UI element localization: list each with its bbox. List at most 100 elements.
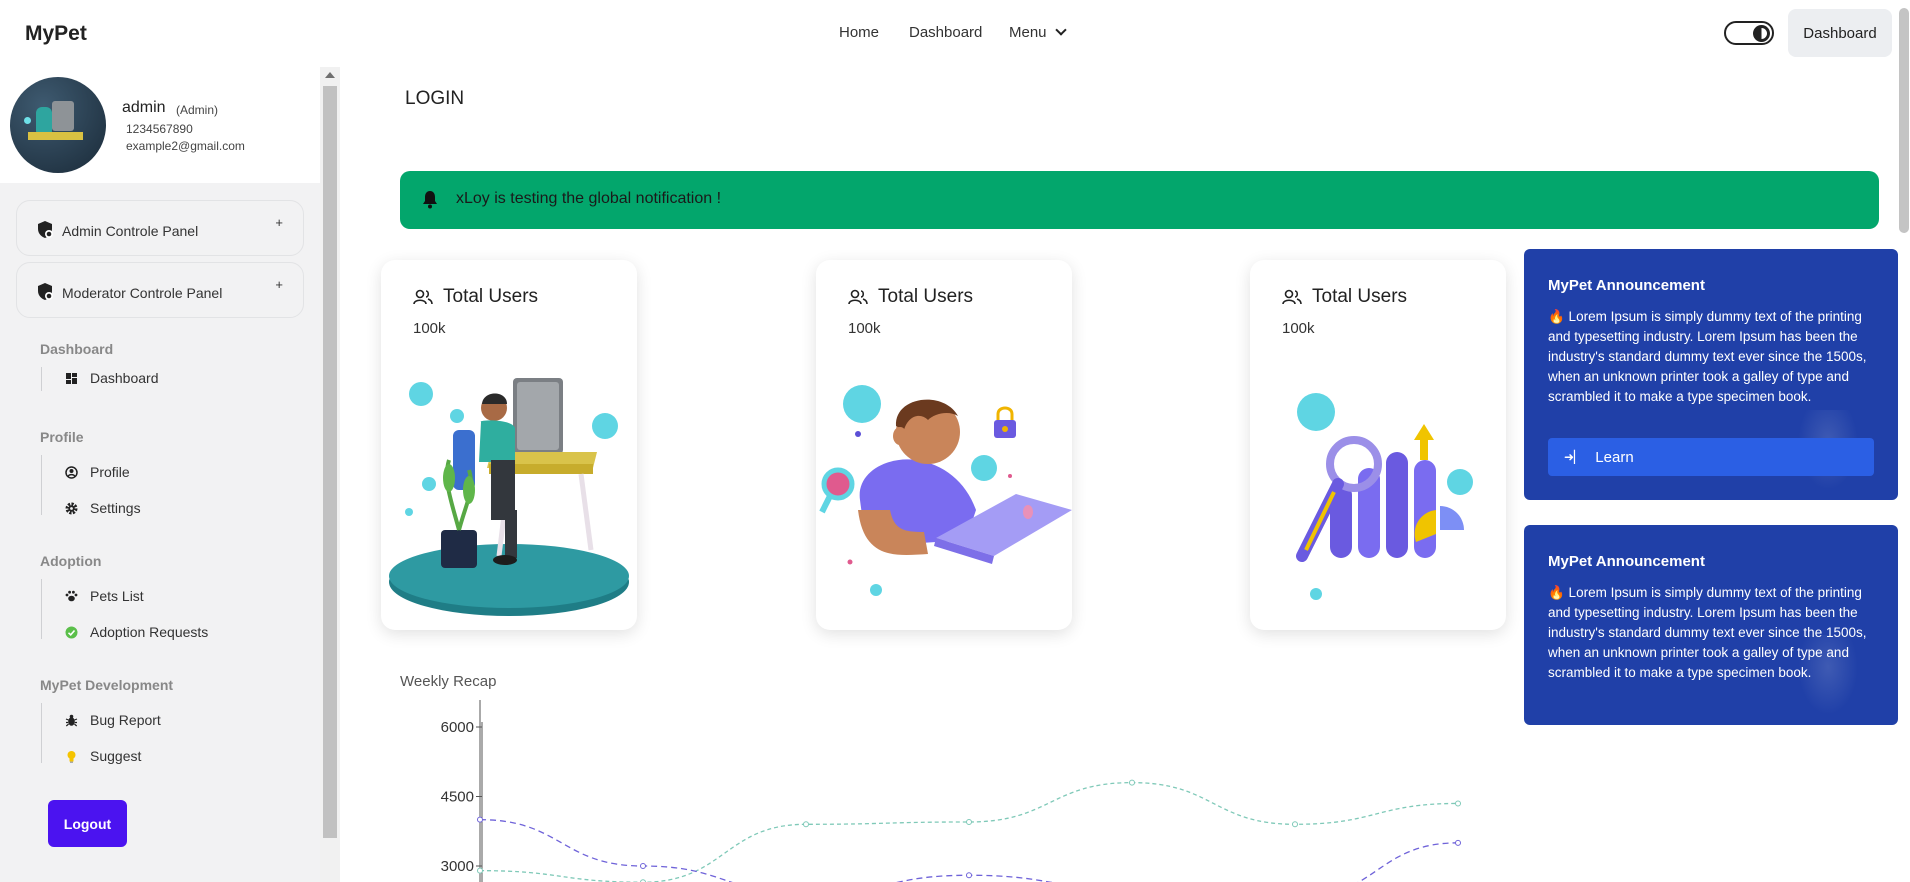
user-name: admin	[122, 99, 166, 116]
sidebar-item-pets-list[interactable]: Pets List	[64, 588, 144, 604]
section-title-adoption: Adoption	[40, 553, 102, 569]
user-email: example2@gmail.com	[126, 139, 245, 153]
section-divider	[41, 579, 42, 639]
stat-card-title-text: Total Users	[878, 286, 974, 307]
desk-worker-illustration	[389, 378, 629, 616]
top-navbar: MyPet Home Dashboard Menu Dashboard	[0, 0, 1910, 67]
sidebar-item-profile[interactable]: Profile	[64, 464, 130, 480]
section-divider	[41, 703, 42, 763]
page-title: LOGIN	[405, 88, 465, 109]
data-point	[1455, 839, 1461, 846]
moderator-control-panel-label: Moderator Controle Panel	[62, 285, 223, 301]
sign-in-icon: ➜▏	[1564, 450, 1584, 464]
data-point	[966, 872, 972, 879]
weekly-recap-line-chart: 6000 4500 3000	[441, 700, 1461, 882]
sidebar-item-suggest[interactable]: Suggest	[64, 748, 141, 764]
stat-card-title-text: Total Users	[443, 286, 539, 307]
logout-button[interactable]: Logout	[48, 800, 127, 847]
check-circle-icon	[64, 625, 78, 639]
data-point	[477, 867, 483, 874]
admin-control-panel-toggle[interactable]: Admin Controle Panel +	[16, 200, 304, 256]
users-icon	[413, 289, 433, 305]
stat-card-title: Total Users	[413, 286, 538, 308]
announcement-card: MyPet Announcement 🔥 Lorem Ipsum is simp…	[1524, 249, 1898, 500]
data-point	[1292, 821, 1298, 828]
user-phone: 1234567890	[126, 122, 193, 136]
learn-button-label: Learn	[1595, 448, 1634, 466]
gear-icon	[64, 501, 78, 515]
avatar-monitor	[52, 101, 74, 131]
nav-home-link[interactable]: Home	[839, 24, 909, 41]
avatar[interactable]	[10, 77, 106, 173]
stat-card-value: 100k	[413, 320, 446, 337]
dashboard-button[interactable]: Dashboard	[1788, 9, 1892, 57]
users-icon	[848, 289, 868, 305]
nav-menu-dropdown[interactable]: Menu	[1009, 24, 1067, 41]
moon-icon	[1753, 25, 1770, 42]
plus-icon: +	[275, 277, 283, 292]
sidebar: admin (Admin) 1234567890 example2@gmail.…	[0, 67, 320, 882]
main-nav: Home Dashboard Menu	[839, 24, 1067, 41]
nav-dashboard-link[interactable]: Dashboard	[909, 24, 1009, 41]
paw-icon	[64, 589, 78, 603]
section-divider	[41, 455, 42, 515]
sidebar-item-label: Pets List	[90, 588, 144, 604]
avatar-person	[36, 107, 52, 133]
sidebar-scrollbar-thumb[interactable]	[323, 86, 337, 838]
learn-button[interactable]: ➜▏ Learn	[1548, 438, 1874, 476]
section-divider	[41, 367, 42, 391]
announcement-title: MyPet Announcement	[1548, 277, 1705, 294]
stat-card: Total Users 100k	[816, 260, 1072, 630]
bug-icon	[64, 713, 78, 727]
avatar-bubble	[24, 117, 31, 124]
user-profile-header: admin (Admin) 1234567890 example2@gmail.…	[0, 67, 320, 183]
laptop-user-illustration	[819, 385, 1072, 596]
data-point	[477, 816, 483, 823]
sidebar-item-label: Bug Report	[90, 712, 161, 728]
sidebar-item-label: Adoption Requests	[90, 624, 209, 640]
section-title-development: MyPet Development	[40, 677, 174, 693]
plus-icon: +	[275, 215, 283, 230]
scroll-up-arrow-icon[interactable]	[325, 72, 335, 78]
global-notification-banner: xLoy is testing the global notification …	[400, 171, 1879, 229]
announcement-title: MyPet Announcement	[1548, 553, 1705, 570]
announcement-card: MyPet Announcement 🔥 Lorem Ipsum is simp…	[1524, 525, 1898, 725]
data-point	[1455, 800, 1461, 807]
notification-text: xLoy is testing the global notification …	[456, 190, 722, 207]
stat-card: Total Users 100k	[1250, 260, 1506, 630]
grid-icon	[64, 371, 78, 385]
sidebar-item-label: Profile	[90, 464, 130, 480]
shield-gear-icon	[38, 283, 53, 300]
stat-card: Total Users 100k	[381, 260, 637, 630]
data-point	[803, 821, 809, 828]
sidebar-item-bug-report[interactable]: Bug Report	[64, 712, 161, 728]
data-point	[966, 818, 972, 825]
moderator-control-panel-toggle[interactable]: Moderator Controle Panel +	[16, 262, 304, 318]
users-icon	[1282, 289, 1302, 305]
nav-menu-label: Menu	[1009, 24, 1047, 41]
avatar-desk	[28, 132, 83, 140]
analytics-chart-illustration	[1296, 393, 1473, 600]
sidebar-item-settings[interactable]: Settings	[64, 500, 141, 516]
sidebar-item-label: Dashboard	[90, 370, 159, 386]
lightbulb-icon	[64, 749, 78, 763]
brand-logo[interactable]: MyPet	[25, 22, 87, 46]
announcement-body: 🔥 Lorem Ipsum is simply dummy text of th…	[1548, 309, 1867, 404]
section-title-dashboard: Dashboard	[40, 341, 114, 357]
stat-card-title-text: Total Users	[1312, 286, 1408, 307]
user-circle-icon	[64, 465, 78, 479]
stat-card-title: Total Users	[848, 286, 973, 308]
section-title-profile: Profile	[40, 429, 84, 445]
bell-icon	[423, 191, 437, 209]
page-scrollbar-thumb[interactable]	[1899, 8, 1909, 233]
data-point	[640, 863, 646, 869]
sidebar-item-dashboard[interactable]: Dashboard	[64, 370, 159, 386]
announcement-body: 🔥 Lorem Ipsum is simply dummy text of th…	[1548, 585, 1867, 680]
stat-card-title: Total Users	[1282, 286, 1407, 308]
sidebar-item-adoption-requests[interactable]: Adoption Requests	[64, 624, 208, 640]
sidebar-item-label: Settings	[90, 500, 141, 516]
sidebar-item-label: Suggest	[90, 748, 142, 764]
theme-toggle[interactable]	[1724, 21, 1774, 45]
chevron-down-icon	[1054, 24, 1067, 36]
chart-title: Weekly Recap	[400, 673, 497, 690]
